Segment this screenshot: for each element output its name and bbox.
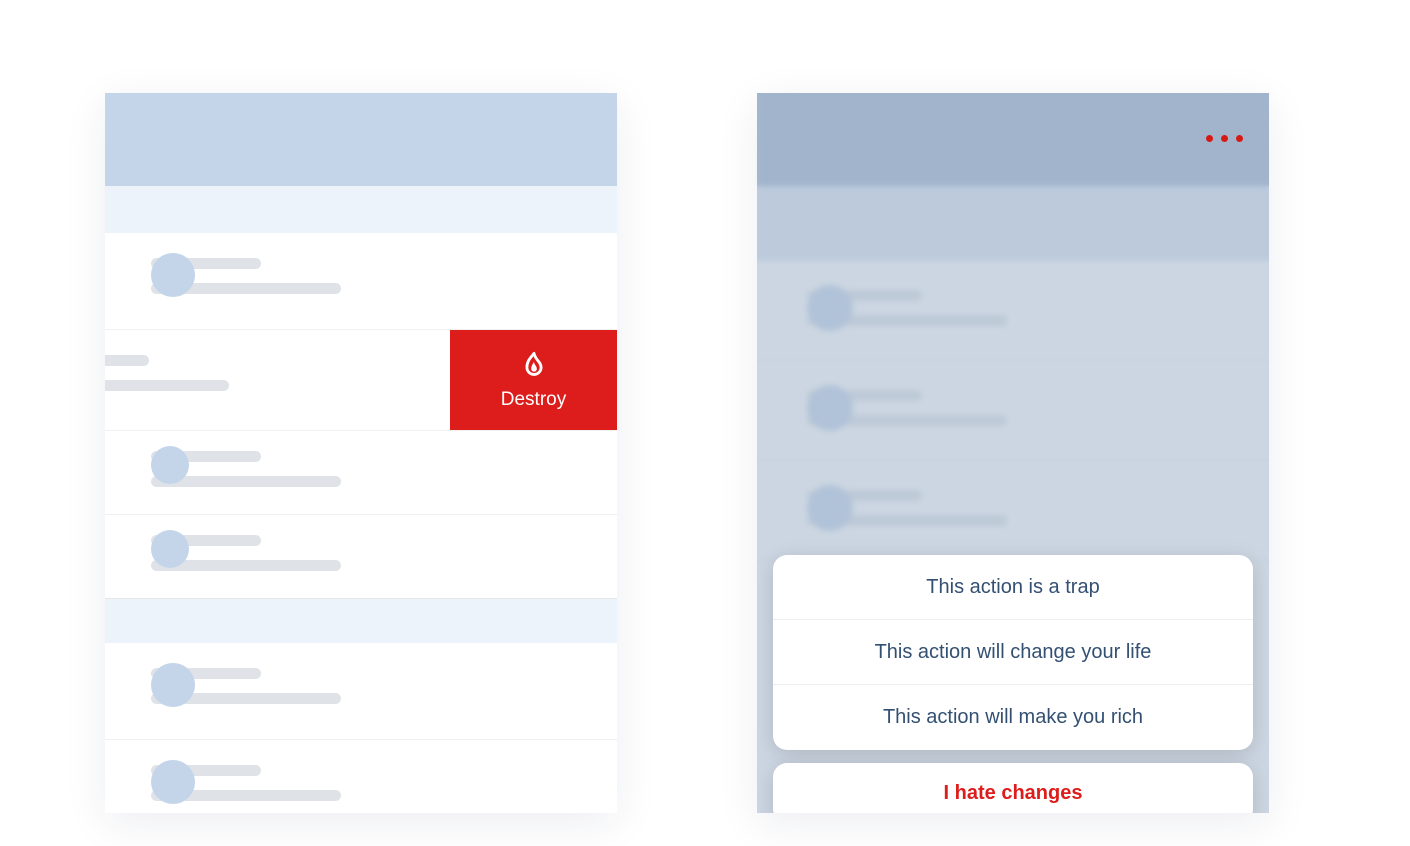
list-item[interactable] [105, 233, 617, 330]
list-item[interactable] [105, 431, 617, 515]
list-item[interactable] [105, 515, 617, 599]
placeholder-line [105, 355, 149, 366]
action-sheet-option[interactable]: This action will make you rich [773, 685, 1253, 750]
action-sheet-cancel[interactable]: I hate changes [773, 763, 1253, 813]
subheader-bar [105, 186, 617, 233]
placeholder-line [105, 380, 229, 391]
action-sheet-option[interactable]: This action will change your life [773, 620, 1253, 685]
destroy-label: Destroy [501, 389, 566, 411]
list-item[interactable] [105, 643, 617, 740]
header-bar [105, 93, 617, 186]
avatar [151, 530, 189, 568]
list-item-content [105, 330, 505, 430]
cancel-label: I hate changes [944, 782, 1083, 805]
avatar [151, 446, 189, 484]
section-gap [105, 599, 617, 643]
destroy-button[interactable]: Destroy [450, 330, 617, 430]
action-sheet-mockup: This action is a trap This action will c… [757, 93, 1269, 813]
flame-icon [517, 349, 551, 383]
avatar [151, 760, 195, 804]
list-item[interactable] [105, 740, 617, 813]
more-icon[interactable] [1206, 135, 1243, 142]
action-sheet-option[interactable]: This action is a trap [773, 555, 1253, 620]
list-swipe-mockup: Destroy [105, 93, 617, 813]
avatar [151, 253, 195, 297]
avatar [151, 663, 195, 707]
list-item-swiped[interactable]: Destroy [105, 330, 617, 431]
action-sheet: This action is a trap This action will c… [773, 555, 1253, 750]
modal-overlay[interactable]: This action is a trap This action will c… [757, 93, 1269, 813]
